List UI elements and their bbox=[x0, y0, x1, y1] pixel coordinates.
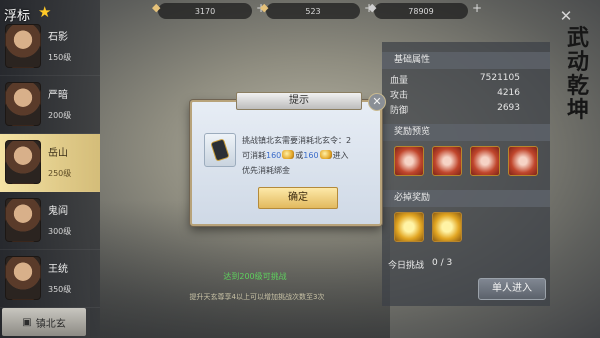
stat-attack: 攻击 4216 bbox=[390, 88, 520, 101]
app-title: 浮标 bbox=[4, 9, 31, 24]
dialog-line-2: 可消耗160 或160 进入 bbox=[242, 150, 349, 161]
stat-value: 2693 bbox=[497, 103, 520, 113]
dialog-close-button[interactable]: ✕ bbox=[368, 93, 386, 111]
add-silver-button[interactable]: + bbox=[472, 1, 482, 15]
reward-item-2[interactable] bbox=[432, 146, 462, 176]
dialog-line-1: 挑战镇北玄需要消耗北玄令：2 bbox=[242, 135, 351, 146]
token-icon bbox=[204, 133, 236, 167]
gold-ingot-icon bbox=[282, 150, 295, 159]
solo-enter-button[interactable]: 单人进入 bbox=[478, 278, 546, 300]
unlock-requirement: 达到200级可挑战 bbox=[223, 272, 287, 281]
boss-list: 石影 150级 严暗 200级 岳山 250级 鬼阎 300级 王统 350级 bbox=[0, 0, 100, 338]
reward-item-3[interactable] bbox=[470, 146, 500, 176]
boss-item-1[interactable]: 石影 150级 bbox=[0, 18, 100, 76]
boss-portrait bbox=[5, 198, 41, 242]
reward-item-4[interactable] bbox=[508, 146, 538, 176]
logo-char: 动 bbox=[566, 49, 589, 75]
silver-icon: ◆ bbox=[368, 1, 377, 14]
dialog-title: 提示 bbox=[236, 92, 362, 110]
stat-hp: 血量 7521105 bbox=[390, 73, 520, 86]
boss-portrait bbox=[5, 82, 41, 126]
boss-name: 鬼阎 bbox=[48, 206, 68, 217]
drop-item-1[interactable] bbox=[394, 212, 424, 242]
today-challenge-label: 今日挑战 bbox=[388, 261, 425, 271]
dialog-text: 进入 bbox=[332, 151, 349, 160]
reward-item-1[interactable] bbox=[394, 146, 424, 176]
boss-item-3[interactable]: 岳山 250级 bbox=[0, 134, 100, 192]
stat-label: 血量 bbox=[390, 76, 409, 86]
resource-value: 78909 bbox=[408, 6, 434, 16]
boss-level: 350级 bbox=[48, 285, 72, 294]
logo-char: 坤 bbox=[566, 97, 589, 123]
drop-item-2[interactable] bbox=[432, 212, 462, 242]
bound-gold-icon bbox=[319, 150, 332, 159]
boss-name: 石影 bbox=[48, 32, 68, 43]
cost-bound-gold-value: 160 bbox=[303, 151, 319, 160]
stat-defense: 防御 2693 bbox=[390, 103, 520, 116]
boss-name: 严暗 bbox=[48, 90, 68, 101]
boss-level: 250级 bbox=[48, 169, 72, 178]
ingot-icon: ◆ bbox=[152, 1, 161, 14]
tab-icon: ▣ bbox=[22, 316, 32, 328]
cost-gold-value: 160 bbox=[266, 151, 282, 160]
stat-label: 防御 bbox=[390, 106, 409, 116]
drop-reward-title: 必掉奖励 bbox=[382, 190, 550, 207]
stat-value: 4216 bbox=[497, 88, 520, 98]
resource-value: 3170 bbox=[194, 6, 216, 16]
boss-name: 岳山 bbox=[48, 148, 68, 159]
star-icon: ★ bbox=[38, 3, 52, 21]
tab-zhenbeixuan[interactable]: ▣ 镇北玄 bbox=[2, 308, 86, 336]
boss-item-5[interactable]: 王统 350级 bbox=[0, 250, 100, 308]
challenge-hint: 提升天玄尊享4以上可以增加挑战次数至3次 bbox=[189, 293, 325, 301]
dialog-text: 可消耗 bbox=[242, 151, 266, 160]
dialog-count: 2 bbox=[346, 136, 352, 145]
tab-label: 镇北玄 bbox=[35, 318, 66, 330]
gold-icon: ◆ bbox=[260, 1, 269, 14]
boss-level: 300级 bbox=[48, 227, 72, 236]
resource-gold: 523 bbox=[266, 3, 360, 19]
resource-value: 523 bbox=[305, 6, 321, 16]
boss-portrait bbox=[5, 256, 41, 300]
dialog-line-3: 优先消耗绑金 bbox=[242, 166, 290, 175]
boss-level: 150级 bbox=[48, 53, 72, 62]
boss-item-4[interactable]: 鬼阎 300级 bbox=[0, 192, 100, 250]
dialog-text: 挑战镇北玄需要消耗北玄令： bbox=[242, 136, 346, 145]
boss-portrait bbox=[5, 24, 41, 68]
boss-name: 王统 bbox=[48, 264, 68, 275]
confirm-button[interactable]: 确定 bbox=[258, 187, 338, 209]
stat-value: 7521105 bbox=[479, 73, 520, 83]
reward-preview-title: 奖励预览 bbox=[382, 124, 550, 141]
resource-ingot: 3170 bbox=[158, 3, 252, 19]
boss-level: 200级 bbox=[48, 111, 72, 120]
logo-char: 乾 bbox=[566, 73, 589, 99]
game-logo: 武动乾坤 bbox=[556, 26, 600, 146]
resource-silver: 78909 bbox=[374, 3, 468, 19]
base-attributes-title: 基础属性 bbox=[382, 52, 550, 69]
today-challenge-value: 0 / 3 bbox=[432, 258, 453, 268]
close-icon[interactable]: ✕ bbox=[556, 6, 576, 26]
boss-portrait bbox=[5, 140, 41, 184]
stat-label: 攻击 bbox=[390, 91, 409, 101]
logo-char: 武 bbox=[566, 25, 589, 51]
boss-item-2[interactable]: 严暗 200级 bbox=[0, 76, 100, 134]
